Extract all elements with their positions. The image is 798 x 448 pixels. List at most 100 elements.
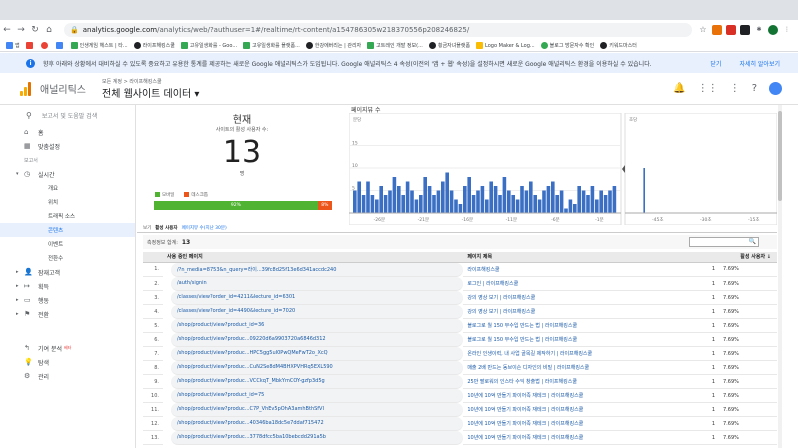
sidebar-item-overview[interactable]: 개요: [0, 181, 135, 195]
scrollbar[interactable]: [778, 105, 782, 448]
col-title[interactable]: 페이지 제목: [463, 252, 679, 263]
bar-mark: [551, 181, 555, 213]
analytics-logo-icon: [20, 81, 32, 96]
account-selector[interactable]: 모든 계정 > 라이프해킹스쿨 전체 웹사이트 데이터 ▾: [102, 78, 199, 100]
col-active-users[interactable]: 활성 사용자 ↓: [679, 252, 777, 263]
row-page-link[interactable]: /shop/product/view?produc...VCCkqT_MbkYm…: [171, 374, 464, 389]
profile-icon[interactable]: [768, 25, 778, 35]
bar-mark: [485, 199, 489, 213]
bar-mark: [423, 177, 427, 213]
sidebar-item-content[interactable]: 콘텐츠: [0, 223, 135, 237]
row-page-link[interactable]: /shop/product/view?product_id=36: [171, 318, 464, 333]
col-page[interactable]: 사용 중인 페이지: [163, 252, 464, 263]
sidebar-item-discover[interactable]: 💡 탐색: [0, 355, 135, 369]
table-row: 1. /?n_media=8753&n_query=라이...39fc8d25f1…: [143, 262, 777, 277]
sidebar-item-acquisition[interactable]: ▸ ↦ 획득: [0, 279, 135, 293]
row-percent: 7.69%: [719, 276, 777, 291]
back-icon[interactable]: ←: [0, 25, 14, 35]
info-icon: i: [26, 58, 35, 68]
help-icon[interactable]: ?: [752, 83, 757, 94]
bar-mark: [427, 186, 432, 213]
row-page-link[interactable]: /shop/product/view?produc...C7P_VhEv5pOh…: [171, 402, 464, 417]
extension-icon[interactable]: [740, 25, 750, 35]
bookmark-item[interactable]: Logo Maker & Log...: [476, 42, 535, 49]
sidebar-search[interactable]: ⚲ 보고서 및 도움말 검색: [0, 105, 135, 125]
bookmark-item[interactable]: 라이프해킹스쿨: [133, 42, 175, 49]
sidebar-item-customization[interactable]: ▦ 맞춤설정: [0, 139, 135, 153]
row-percent: 7.69%: [719, 416, 777, 431]
sidebar-item-home[interactable]: ⌂ 홈: [0, 125, 135, 139]
row-page-link[interactable]: /shop/product/view?produc...09220d6a9903…: [171, 332, 464, 347]
bookmark-item[interactable]: 앱: [6, 42, 20, 49]
puzzle-icon[interactable]: ✱: [754, 25, 764, 35]
caret-right-icon: ▸: [16, 283, 19, 289]
table-search-input[interactable]: 🔍: [689, 237, 759, 247]
row-page-link[interactable]: /?n_media=8753&n_query=라이...39fc8d25f13e…: [171, 262, 464, 277]
row-index: 1.: [143, 262, 163, 277]
row-page-title: 온라인 인생이력, 내 사업 골목길 제작하기 | 라이프해킹스쿨: [463, 346, 679, 361]
forward-icon[interactable]: →: [14, 25, 28, 35]
star-icon[interactable]: ☆: [698, 25, 708, 35]
row-page-link[interactable]: /shop/product/view?produc...HPC5gg5uI0Pw…: [171, 346, 464, 361]
tab-pageviews[interactable]: 페이지뷰 수(지난 30분): [182, 225, 227, 231]
sidebar-item-events[interactable]: 이벤트: [0, 237, 135, 251]
bar-mark: [441, 181, 445, 213]
sidebar-item-conversions-group[interactable]: ▸ ⚑ 전환: [0, 307, 135, 321]
sidebar-item-behavior[interactable]: ▸ ▭ 행동: [0, 293, 135, 307]
bar-mark: [555, 195, 559, 213]
table-row: 4. /classes/view?order_id=4490&lecture_id…: [143, 304, 777, 319]
apps-grid-icon[interactable]: ⋮⋮: [698, 83, 718, 94]
row-page-title: 블로그로 월 150 부수입 만드는 법 | 라이프해킹스쿨: [463, 318, 679, 333]
bookmark-item[interactable]: 한강에버리는 | 관리자: [305, 42, 361, 49]
bar-mark: [357, 181, 361, 213]
bookmark-item[interactable]: [55, 42, 65, 49]
learn-more-link[interactable]: 자세히 알아보기: [739, 59, 780, 68]
table-row: 9. /shop/product/view?produc...VCCkqT_Mbk…: [143, 374, 777, 389]
bookmark-item[interactable]: 블로그 방문자수 확인: [540, 42, 594, 49]
bookmark-item[interactable]: [25, 42, 35, 49]
reload-icon[interactable]: ↻: [28, 25, 42, 35]
bar-mark: [524, 190, 529, 213]
dismiss-link[interactable]: 닫기: [710, 59, 721, 68]
sidebar-item-realtime[interactable]: ▾ ◷ 실시간: [0, 167, 135, 181]
tab-active-users[interactable]: 활성 사용자: [155, 225, 177, 231]
extension-icon[interactable]: [726, 25, 736, 35]
sidebar-item-audience[interactable]: ▸ 👤 잠재고객: [0, 265, 135, 279]
bookmark-item[interactable]: 고트레인 개발 정보(...: [367, 42, 423, 49]
row-page-link[interactable]: /shop/product/view?produc...3778dfcc5ba1…: [171, 430, 464, 445]
menu-icon[interactable]: ⋮: [782, 25, 792, 35]
bar-mark: [502, 177, 507, 213]
bookmark-item[interactable]: [40, 42, 50, 49]
extension-icon[interactable]: [712, 25, 722, 35]
row-page-link[interactable]: /shop/product/view?produc...CuN2Se8dM4BH…: [171, 360, 464, 375]
notifications-icon[interactable]: 🔔: [673, 83, 685, 94]
sidebar-item-attribution[interactable]: ↰ 기여 분석 베타: [0, 341, 135, 355]
table-row: 2. /auth/signin 로그인 | 라이프해킹스쿨 1 7.69%: [143, 276, 777, 291]
view-tabs: 보기 활성 사용자 페이지뷰 수(지난 30분): [143, 225, 227, 231]
row-page-link[interactable]: /classes/view?order_id=4490&lecture_id=7…: [171, 304, 464, 319]
home-icon[interactable]: ⌂: [42, 25, 56, 35]
sidebar-item-traffic-sources[interactable]: 트래픽 소스: [0, 209, 135, 223]
sidebar-item-location[interactable]: 위치: [0, 195, 135, 209]
bookmark-item[interactable]: 고유일생화를 플랫폼...: [243, 42, 300, 49]
row-count: 1: [679, 332, 719, 347]
bar-mark: [493, 186, 498, 213]
caret-right-icon: ▸: [16, 269, 19, 275]
row-page-link[interactable]: /auth/signin: [171, 276, 464, 291]
row-page-link[interactable]: /shop/product/view?product_id=75: [171, 388, 464, 403]
url-field[interactable]: 🔒 analytics.google.com/analytics/web/?au…: [64, 23, 692, 37]
row-page-link[interactable]: /classes/view?order_id=4211&lecture_id=6…: [171, 290, 464, 305]
row-page-link[interactable]: /shop/product/view?produc...40346ba18dc5…: [171, 416, 464, 431]
bar-mark: [520, 186, 524, 213]
more-vert-icon[interactable]: ⋮: [730, 83, 740, 94]
x-tick-label: -15초: [748, 217, 760, 223]
bookmark-item[interactable]: 횡금자녀플랫폼: [428, 42, 470, 49]
bookmark-item[interactable]: 고유일생화를 - Goo...: [180, 42, 237, 49]
bookmark-item[interactable]: 키워드마스터: [600, 42, 637, 49]
tab-viewers[interactable]: 보기: [143, 225, 151, 231]
avatar[interactable]: [769, 82, 782, 95]
sidebar-item-conversions[interactable]: 전환수: [0, 251, 135, 265]
sidebar-item-admin[interactable]: ⚙ 관리: [0, 369, 135, 383]
flag-icon: ⚑: [24, 310, 31, 318]
bookmark-item[interactable]: 인생게임 헤스트 | 타...: [70, 42, 128, 49]
